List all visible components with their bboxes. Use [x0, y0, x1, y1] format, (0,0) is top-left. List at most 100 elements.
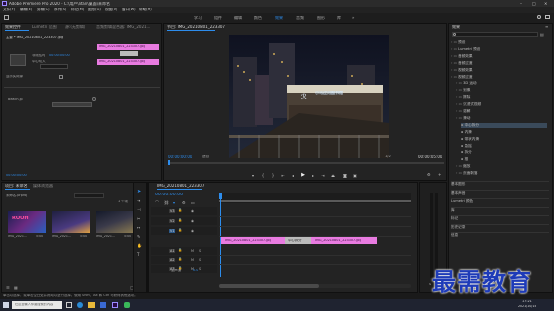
add-marker-icon[interactable]: ▾ [173, 200, 175, 205]
timeline-clip-2[interactable]: IMG_20210801_223307.jpg [311, 237, 377, 244]
menu-edit[interactable]: 编辑(E) [20, 8, 32, 12]
track-header[interactable]: A1 🔒 M S [151, 247, 217, 255]
workspace-graphics[interactable]: 图形 [317, 16, 325, 20]
quality-dropdown[interactable]: 1/2 [385, 155, 391, 159]
menu-sequence[interactable]: 序列(S) [54, 8, 66, 12]
effects-tree-item[interactable]: › ▭ 音频效果 [451, 54, 473, 59]
timeline-zoom-scroll[interactable] [219, 284, 411, 288]
track-label[interactable]: V2 [169, 219, 176, 223]
go-to-out-icon[interactable]: ⇥ [320, 172, 326, 178]
lock-icon[interactable]: 🔒 [178, 248, 182, 252]
home-icon[interactable] [4, 15, 9, 20]
solo-button[interactable]: S [199, 249, 201, 253]
store-icon[interactable] [100, 302, 106, 308]
panel-plus-icon[interactable]: + [438, 172, 441, 177]
ec-transition-block[interactable] [120, 51, 138, 56]
go-to-in-icon[interactable]: ⇤ [280, 172, 286, 178]
track-header[interactable]: V2 🔒 ◉ [151, 217, 217, 225]
workspace-libraries[interactable]: 库 [337, 16, 341, 20]
solo-button[interactable]: S [199, 267, 201, 271]
effects-search-input[interactable] [452, 32, 538, 37]
tab-timeline[interactable]: IMG_20210801_223307 [157, 184, 204, 188]
fx-value-1[interactable]: 00:00:00:00 [49, 54, 70, 57]
keyframe-toggle-icon[interactable] [92, 97, 96, 101]
apply-button[interactable] [52, 102, 92, 107]
step-forward-icon[interactable]: ▸ [310, 172, 316, 178]
track-label[interactable]: V3 [169, 209, 176, 213]
scrub-bar[interactable] [168, 162, 444, 164]
work-area-bar[interactable] [219, 200, 411, 202]
hand-tool-icon[interactable]: ✋ [137, 243, 142, 248]
tab-effect-controls[interactable]: 效果控件 [5, 25, 21, 29]
list-view-icon[interactable]: ☰ [6, 285, 10, 290]
tab-audio-clip-mixer[interactable]: 音频剪辑混合器: IMG_2021... [96, 25, 150, 29]
effects-tree-item[interactable]: ▪ 中心拆分 [461, 122, 547, 128]
effects-tree-item[interactable]: › ▭ 缩放 [456, 164, 470, 169]
track-header[interactable]: V3 🔒 ◉ [151, 207, 217, 215]
workspace-editing[interactable]: 编辑 [234, 16, 242, 20]
timeline-timecode[interactable]: 00:00:00:00 [155, 193, 183, 198]
tab-source[interactable]: 源:(无剪辑) [65, 25, 85, 29]
premiere-taskbar-icon[interactable] [112, 302, 118, 308]
effects-tree-item[interactable]: › ▭ 3D 运动 [456, 81, 477, 86]
lift-icon[interactable]: ⏏ [330, 172, 336, 178]
zoom-handle[interactable] [219, 284, 319, 288]
lock-icon[interactable]: 🔒 [178, 257, 182, 261]
meter-solo-left[interactable]: S [429, 283, 431, 286]
panel-menu-icon[interactable]: ≡ [545, 24, 548, 29]
project-item-2[interactable]: IMG_2021... 5:00 [52, 211, 90, 241]
effects-tree-item[interactable]: › ▭ 音频过渡 [451, 61, 473, 66]
menu-clip[interactable]: 剪辑(C) [37, 8, 50, 12]
workspace-color[interactable]: 颜色 [254, 16, 262, 20]
playhead-marker[interactable] [168, 160, 170, 165]
chat-icon[interactable] [124, 302, 130, 308]
export-frame-icon[interactable]: ◙ [342, 172, 348, 178]
menu-help[interactable]: 帮助(H) [139, 8, 152, 12]
share-icon[interactable] [545, 15, 550, 19]
fit-dropdown[interactable]: 适合 [202, 155, 209, 159]
master-value[interactable]: 0.0 [193, 269, 198, 272]
effects-tree-item[interactable]: › ▭ 划像 [456, 88, 470, 93]
razor-tool-icon[interactable]: ✂ [137, 216, 140, 221]
track-label[interactable]: A1 [169, 249, 176, 253]
pen-tool-icon[interactable]: ✎ [137, 234, 140, 239]
menu-view[interactable]: 视图(V) [105, 8, 117, 12]
comparison-view-icon[interactable]: ▣ [352, 172, 358, 178]
project-item-1[interactable]: ROOH IMG_2021... 5:00 [8, 211, 46, 241]
eye-icon[interactable]: ◉ [191, 219, 194, 223]
eye-icon[interactable]: ◉ [191, 229, 194, 233]
effects-tree-item[interactable]: ▪ 拆分 [461, 150, 472, 155]
slip-tool-icon[interactable]: ↔ [137, 225, 140, 230]
snap-icon[interactable]: ⌒ [155, 200, 159, 206]
track-label[interactable]: V1 [169, 229, 176, 233]
new-bin-icon[interactable]: ▤ [540, 32, 544, 37]
start-icon[interactable] [3, 302, 9, 308]
effects-tree-item[interactable]: › ▭ 溶解 [456, 109, 470, 114]
search-icon[interactable] [537, 15, 541, 19]
panel-section-header[interactable]: 基本图形 [451, 181, 549, 187]
icon-view-icon[interactable]: ▦ [14, 285, 18, 290]
menu-file[interactable]: 文件(F) [3, 8, 15, 12]
eye-icon[interactable]: ◉ [191, 209, 194, 213]
track-label[interactable]: A2 [169, 258, 176, 262]
effects-tree-item[interactable]: › ▭ 擦除 [456, 95, 470, 100]
track-select-tool-icon[interactable]: ⇥ [137, 198, 140, 203]
explorer-icon[interactable] [88, 302, 95, 308]
effects-tree-item[interactable]: ▪ 急摇 [461, 144, 472, 149]
lock-icon[interactable]: 🔒 [178, 228, 182, 232]
panel-section-header[interactable]: Lumetri 颜色 [451, 198, 549, 204]
edge-icon[interactable] [77, 302, 83, 308]
timeline-settings-icon[interactable]: ⚙ [182, 200, 186, 205]
menu-marker[interactable]: 标记(M) [71, 8, 84, 12]
timeline-transition[interactable]: 中心拆分 [285, 237, 311, 244]
menu-graphics[interactable]: 图形(G) [88, 8, 101, 12]
effects-tree-item[interactable]: › ▭ 视频效果 [451, 68, 473, 73]
project-search-input[interactable] [74, 193, 104, 198]
taskbar-search-input[interactable]: 在这里输入你要搜索的内容 [12, 301, 62, 309]
alignment-dropdown[interactable] [40, 64, 68, 69]
effects-tree-item[interactable]: › ▭ 滑动 [456, 116, 470, 121]
effects-tree-item[interactable]: › ▭ 视频过渡 [451, 75, 473, 80]
effects-tree-item[interactable]: › ▭ 页面剥落 [456, 171, 478, 176]
track-header[interactable]: A2 🔒 M S [151, 256, 217, 264]
linked-selection-icon[interactable]: ⛓ [164, 200, 169, 205]
